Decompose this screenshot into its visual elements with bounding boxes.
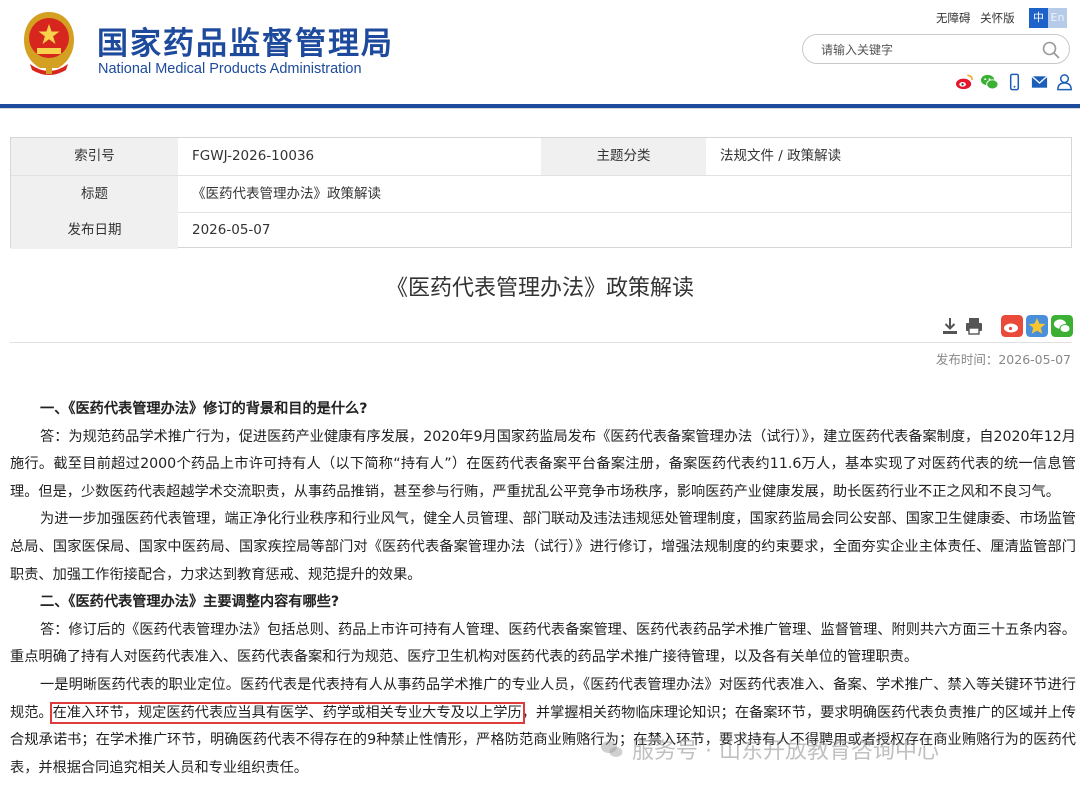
answer-paragraph: 为进一步加强医药代表管理，端正净化行业秩序和行业风气，健全人员管理、部门联动及违… xyxy=(10,511,1076,583)
publish-time: 发布时间：2026-05-07 xyxy=(935,352,1071,367)
search-box xyxy=(802,34,1070,64)
meta-row-index: 索引号 FGWJ-2026-10036 主题分类 法规文件 / 政策解读 xyxy=(11,138,1071,175)
site-header: 国家药品监督管理局 National Medical Products Admi… xyxy=(0,0,1080,104)
search-input[interactable] xyxy=(819,40,1033,60)
share-favorite-icon[interactable] xyxy=(1026,315,1048,337)
meta-label: 主题分类 xyxy=(541,138,706,175)
answer-paragraph: 答：为规范药品学术推广行为，促进医药产业健康有序发展，2020年9月国家药监局发… xyxy=(10,428,1076,500)
weibo-icon[interactable] xyxy=(955,73,974,91)
question-heading: 一、《医药代表管理办法》修订的背景和目的是什么? xyxy=(40,401,368,417)
meta-label: 索引号 xyxy=(11,138,178,175)
share-buttons xyxy=(1001,315,1073,337)
search-icon[interactable] xyxy=(1041,40,1061,60)
care-version-link[interactable]: 关怀版 xyxy=(980,11,1015,25)
meta-value: 《医药代表管理办法》政策解读 xyxy=(192,186,381,202)
wechat-icon[interactable] xyxy=(980,73,999,91)
answer-paragraph: 一是明晰医药代表的职业定位。医药代表是代表持有人从事药品学术推广的专业人员，《医… xyxy=(10,672,1076,782)
meta-row-date: 发布日期 2026-05-07 xyxy=(11,212,1071,249)
meta-label: 标题 xyxy=(11,176,178,213)
user-icon[interactable] xyxy=(1055,73,1074,91)
meta-value: 2026-05-07 xyxy=(192,222,271,238)
question-heading: 二、《医药代表管理办法》主要调整内容有哪些? xyxy=(40,594,340,611)
article-body: 一、《医药代表管理办法》修订的背景和目的是什么? 答：为规范药品学术推广行为，促… xyxy=(10,396,1076,782)
site-title-en[interactable]: National Medical Products Administration xyxy=(98,61,362,77)
meta-row-title: 标题 《医药代表管理办法》政策解读 xyxy=(11,176,1071,213)
mail-icon[interactable] xyxy=(1030,73,1049,91)
download-icon[interactable] xyxy=(940,316,960,336)
top-links: 无障碍 关怀版 xyxy=(936,10,1021,26)
meta-value: 法规文件 / 政策解读 xyxy=(720,148,842,164)
share-wechat-icon[interactable] xyxy=(1051,315,1073,337)
answer-paragraph: 答：修订后的《医药代表管理办法》包括总则、药品上市许可持有人管理、医药代表备案管… xyxy=(10,621,1076,666)
meta-label: 发布日期 xyxy=(11,212,178,249)
mobile-icon[interactable] xyxy=(1005,73,1024,91)
share-weibo-icon[interactable] xyxy=(1001,315,1023,337)
meta-value: FGWJ-2026-10036 xyxy=(192,148,315,164)
header-divider-thin xyxy=(0,108,1080,109)
document-meta-table: 索引号 FGWJ-2026-10036 主题分类 法规文件 / 政策解读 标题 … xyxy=(10,137,1072,249)
social-links xyxy=(955,73,1074,91)
title-divider xyxy=(10,342,1072,343)
highlighted-text: 在准入环节，规定医药代表应当具有医学、药学或相关专业大专及以上学历 xyxy=(49,701,525,724)
accessibility-link[interactable]: 无障碍 xyxy=(936,11,971,25)
lang-zh-button[interactable]: 中 xyxy=(1029,8,1048,28)
article-title: 《医药代表管理办法》政策解读 xyxy=(385,276,694,301)
national-emblem-icon[interactable] xyxy=(20,10,78,76)
article-tools xyxy=(940,316,984,336)
site-title-cn[interactable]: 国家药品监督管理局 xyxy=(97,18,394,63)
language-switch: 中 En xyxy=(1029,8,1067,28)
lang-en-button[interactable]: En xyxy=(1048,8,1067,28)
print-icon[interactable] xyxy=(964,316,984,336)
